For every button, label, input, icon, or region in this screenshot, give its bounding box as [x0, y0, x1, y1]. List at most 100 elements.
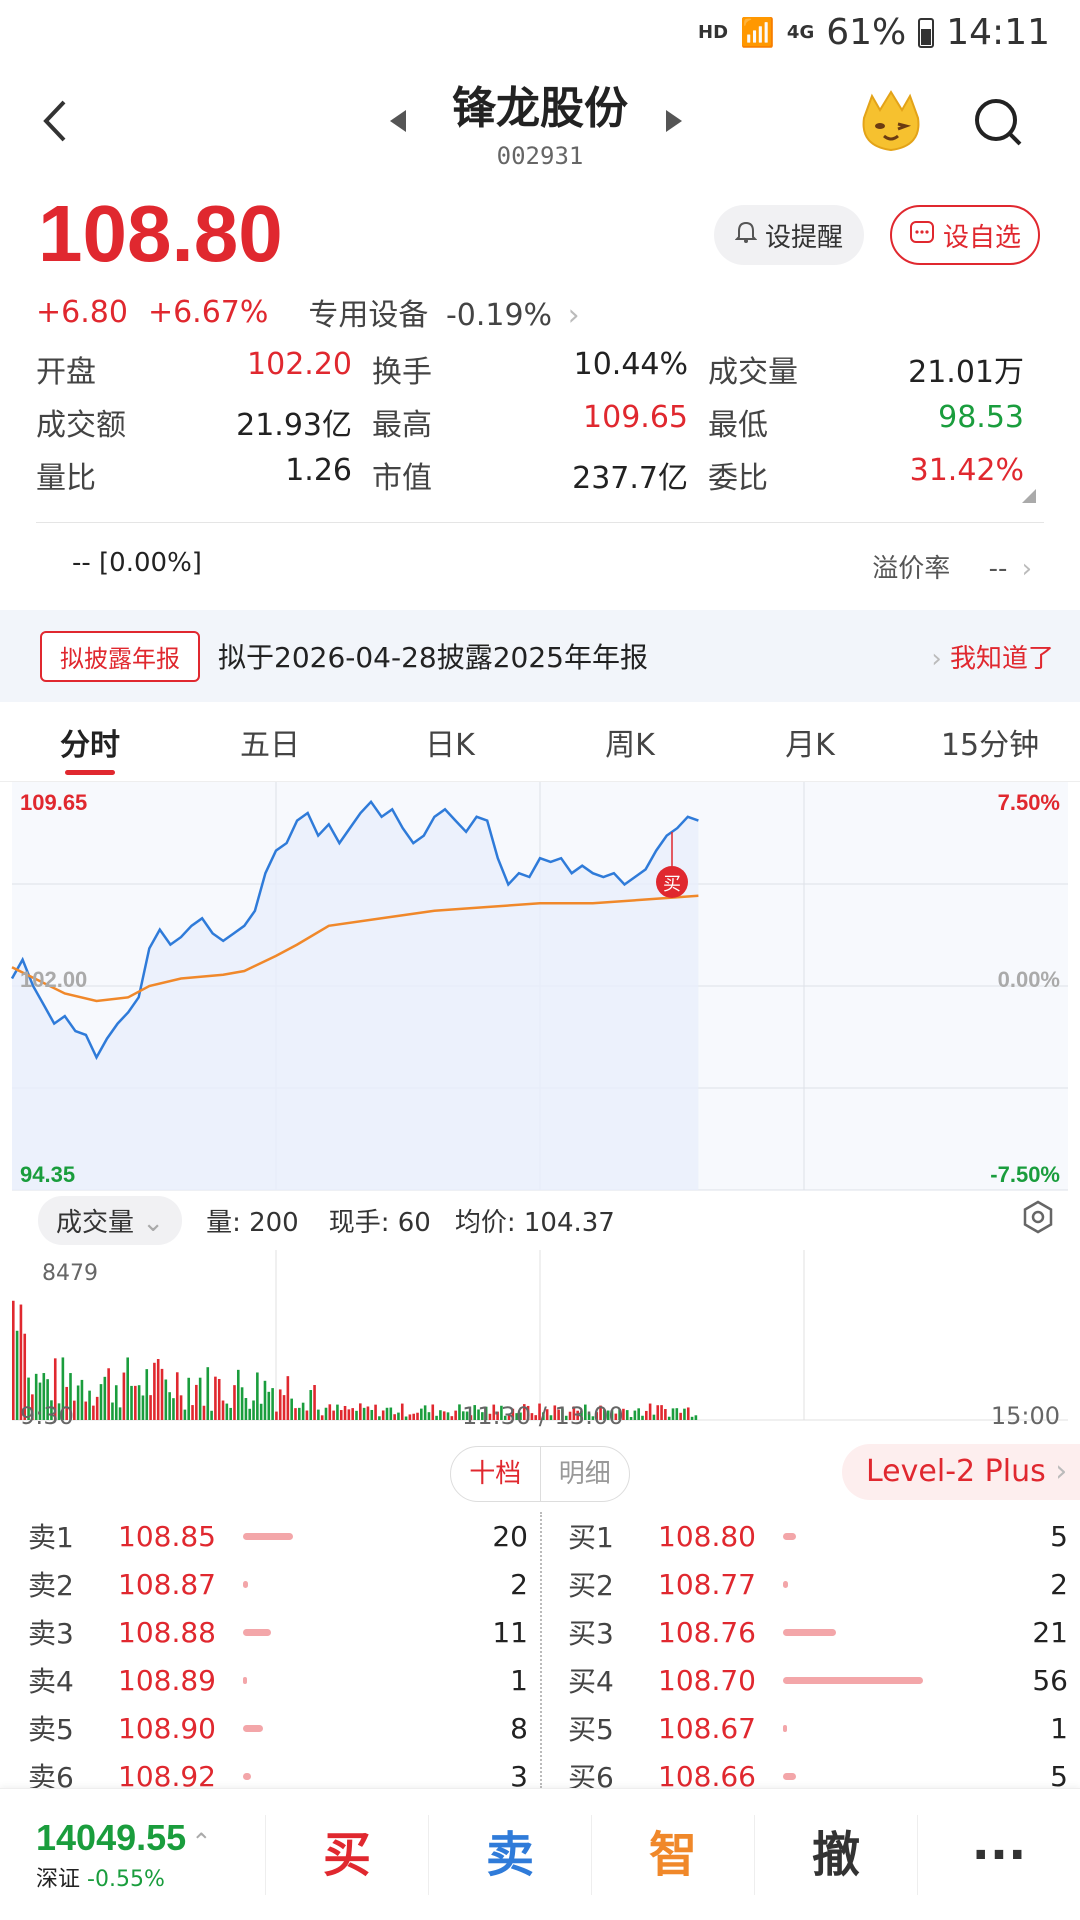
buys-qty: 1 [1050, 1711, 1068, 1745]
tab-details[interactable]: 明细 [539, 1447, 630, 1501]
level2-button[interactable]: Level-2 Plus › [842, 1444, 1080, 1500]
volume-bar [645, 1410, 648, 1420]
sector-link[interactable]: 专用设备 -0.19% › [308, 290, 579, 334]
volume-bar [12, 1300, 15, 1420]
buys-level: 买3 [568, 1617, 614, 1650]
stat-cell: 市值 237.7亿 [372, 453, 708, 497]
volume-bar [408, 1414, 412, 1420]
buys-row[interactable]: 买2 108.77 2 [568, 1560, 1080, 1608]
volume-bar [271, 1388, 274, 1420]
tab-4[interactable]: 月K [720, 710, 900, 781]
stat-value: 237.7亿 [572, 460, 688, 496]
search-icon[interactable] [970, 94, 1026, 150]
sell-button[interactable]: 卖 [428, 1814, 591, 1895]
add-watchlist-button[interactable]: 设自选 [890, 205, 1040, 265]
volume-bar [286, 1376, 290, 1420]
chevron-down-icon: ⌄ [142, 1207, 165, 1238]
buys-level: 买5 [568, 1713, 614, 1746]
stat-cell: 最低 98.53 [708, 400, 1044, 444]
buys-qty: 2 [1050, 1567, 1068, 1601]
battery-icon [918, 17, 935, 48]
volume-bar [236, 1369, 240, 1420]
volume-bar [664, 1409, 667, 1420]
tab-3[interactable]: 周K [540, 710, 720, 781]
more-button[interactable]: ··· [917, 1814, 1080, 1895]
volume-bar [256, 1372, 259, 1420]
stat-value: 109.65 [583, 399, 688, 435]
volume-bar [206, 1367, 210, 1420]
buys-row[interactable]: 买4 108.70 56 [568, 1656, 1080, 1704]
buys-row[interactable]: 买3 108.76 21 [568, 1608, 1080, 1656]
buys-row[interactable]: 买5 108.67 1 [568, 1704, 1080, 1752]
expand-corner-icon[interactable] [1022, 488, 1036, 507]
volume-bar [187, 1377, 191, 1420]
sells-depth-bar [243, 1532, 293, 1540]
volume-bar [320, 1415, 324, 1420]
sells-row[interactable]: 卖2 108.87 2 [28, 1560, 548, 1608]
sells-row[interactable]: 卖5 108.90 8 [28, 1704, 548, 1752]
tab-ten-levels[interactable]: 十档 [451, 1447, 540, 1501]
volume-bar [412, 1413, 415, 1420]
tab-5[interactable]: 15分钟 [900, 710, 1080, 781]
dismiss-link[interactable]: › 我知道了 [931, 638, 1054, 675]
buy-button[interactable]: 买 [265, 1814, 428, 1895]
settings-icon[interactable] [1020, 1199, 1056, 1242]
battery-percent: 61% [826, 12, 907, 53]
volume-max-label: 8479 [42, 1261, 98, 1286]
volume-bar [214, 1376, 217, 1420]
volume-bar [328, 1404, 332, 1420]
sells-row[interactable]: 卖3 108.88 11 [28, 1608, 548, 1656]
pct-label-mid: 0.00% [998, 967, 1060, 992]
sells-level: 卖5 [28, 1713, 74, 1746]
volume-bar [439, 1410, 442, 1420]
volume-bar [263, 1380, 267, 1420]
set-alert-button[interactable]: 设提醒 [714, 205, 864, 265]
volume-bar [164, 1379, 168, 1420]
wifi-icon: 📶 [740, 16, 775, 49]
premium-row[interactable]: -- [0.00%] 溢价率 -- › [72, 548, 1032, 585]
volume-bar [637, 1408, 640, 1420]
volume-bar [324, 1407, 328, 1420]
volume-bar [282, 1395, 286, 1420]
y-label-high: 109.65 [20, 790, 87, 815]
mascot-icon[interactable] [856, 88, 926, 154]
index-widget[interactable]: 14049.55 ⌃ 深证 -0.55% [0, 1817, 265, 1893]
smart-button[interactable]: 智 [591, 1814, 754, 1895]
tab-0[interactable]: 分时 [0, 710, 180, 781]
sells-row[interactable]: 卖4 108.89 1 [28, 1656, 548, 1704]
stat-label: 最低 [708, 407, 768, 443]
volume-bar [675, 1408, 679, 1420]
tab-1[interactable]: 五日 [180, 710, 360, 781]
sells-row[interactable]: 卖1 108.85 20 [28, 1512, 548, 1560]
volume-bar [686, 1407, 690, 1420]
volume-bar [160, 1368, 164, 1420]
cancel-button[interactable]: 撤 [754, 1814, 917, 1895]
premium-rate: -- [988, 554, 1008, 584]
sells-price: 108.89 [118, 1663, 216, 1697]
chart-tabs: 分时 五日 日K 周K 月K 15分钟 [0, 710, 1080, 782]
buys-qty: 21 [1032, 1615, 1068, 1649]
volume-bar [404, 1416, 408, 1420]
volume-bar [137, 1385, 141, 1420]
volume-bar [76, 1385, 80, 1420]
volume-bar [625, 1410, 629, 1420]
volume-bar [633, 1410, 637, 1420]
volume-bar [450, 1416, 454, 1420]
divider [36, 522, 1044, 523]
volume-bar [317, 1409, 320, 1420]
volume-bar [629, 1416, 633, 1420]
price-change-row: +6.80 +6.67% 专用设备 -0.19% › [36, 290, 580, 334]
buys-row[interactable]: 买1 108.80 5 [568, 1512, 1080, 1560]
indicator-selector[interactable]: 成交量 ⌄ [38, 1195, 183, 1245]
sells-depth-bar [243, 1628, 271, 1636]
buys-depth-bar [783, 1580, 788, 1588]
volume-bar [347, 1409, 351, 1420]
buys-level: 买2 [568, 1569, 614, 1602]
volume-bar [198, 1377, 202, 1420]
stat-cell: 成交量 21.01万 [708, 347, 1044, 391]
tab-2[interactable]: 日K [360, 710, 540, 781]
current-hand: 现手: 60 [328, 1207, 431, 1238]
volume-bar [179, 1395, 183, 1420]
volume-bar [298, 1407, 301, 1420]
intraday-chart[interactable]: 买 109.65 102.00 94.35 7.50% 0.00% -7.50% [0, 782, 1080, 1202]
